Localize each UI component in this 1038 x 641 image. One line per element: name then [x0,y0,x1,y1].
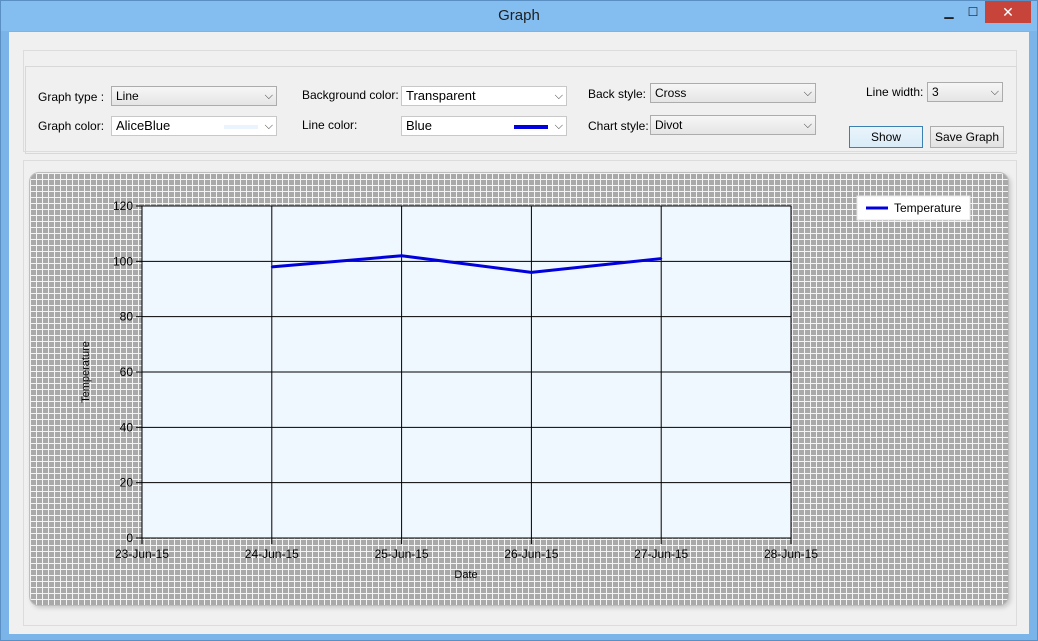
y-tick-label: 60 [120,365,134,379]
y-tick-label: 80 [120,310,134,324]
chart: 0 20 40 60 80 100 120 23-Jun-15 24-Jun-15 25-Jun-… [80,195,971,581]
x-tick-label: 24-Jun-15 [245,547,299,561]
x-tick-label: 23-Jun-15 [115,547,169,561]
x-tick-label: 26-Jun-15 [504,547,558,561]
x-tick-label: 28-Jun-15 [764,547,818,561]
x-axis-label: Date [454,569,477,581]
data-point [660,257,663,260]
legend-label: Temperature [894,201,962,215]
data-point [400,254,403,257]
close-icon[interactable]: ✕ [985,1,1031,23]
y-tick-label: 20 [120,476,134,490]
y-tick-label: 0 [126,531,133,545]
data-point [270,265,273,268]
window-title: Graph [498,7,540,24]
app-window: Graph ▁ ☐ ✕ Graph type : Line ⌵ Graph co… [0,0,1038,641]
client-area: Graph type : Line ⌵ Graph color: AliceBl… [9,32,1029,634]
x-tick-label: 25-Jun-15 [375,547,429,561]
y-tick-label: 120 [113,199,133,213]
data-point [530,271,533,274]
maximize-icon[interactable]: ☐ [959,1,987,23]
title-bar: Graph ▁ ☐ ✕ [1,1,1037,31]
y-axis-label: Temperature [80,341,92,403]
legend: Temperature [856,195,971,221]
y-tick-label: 40 [120,420,134,434]
y-tick-label: 100 [113,254,133,268]
x-tick-label: 27-Jun-15 [634,547,688,561]
